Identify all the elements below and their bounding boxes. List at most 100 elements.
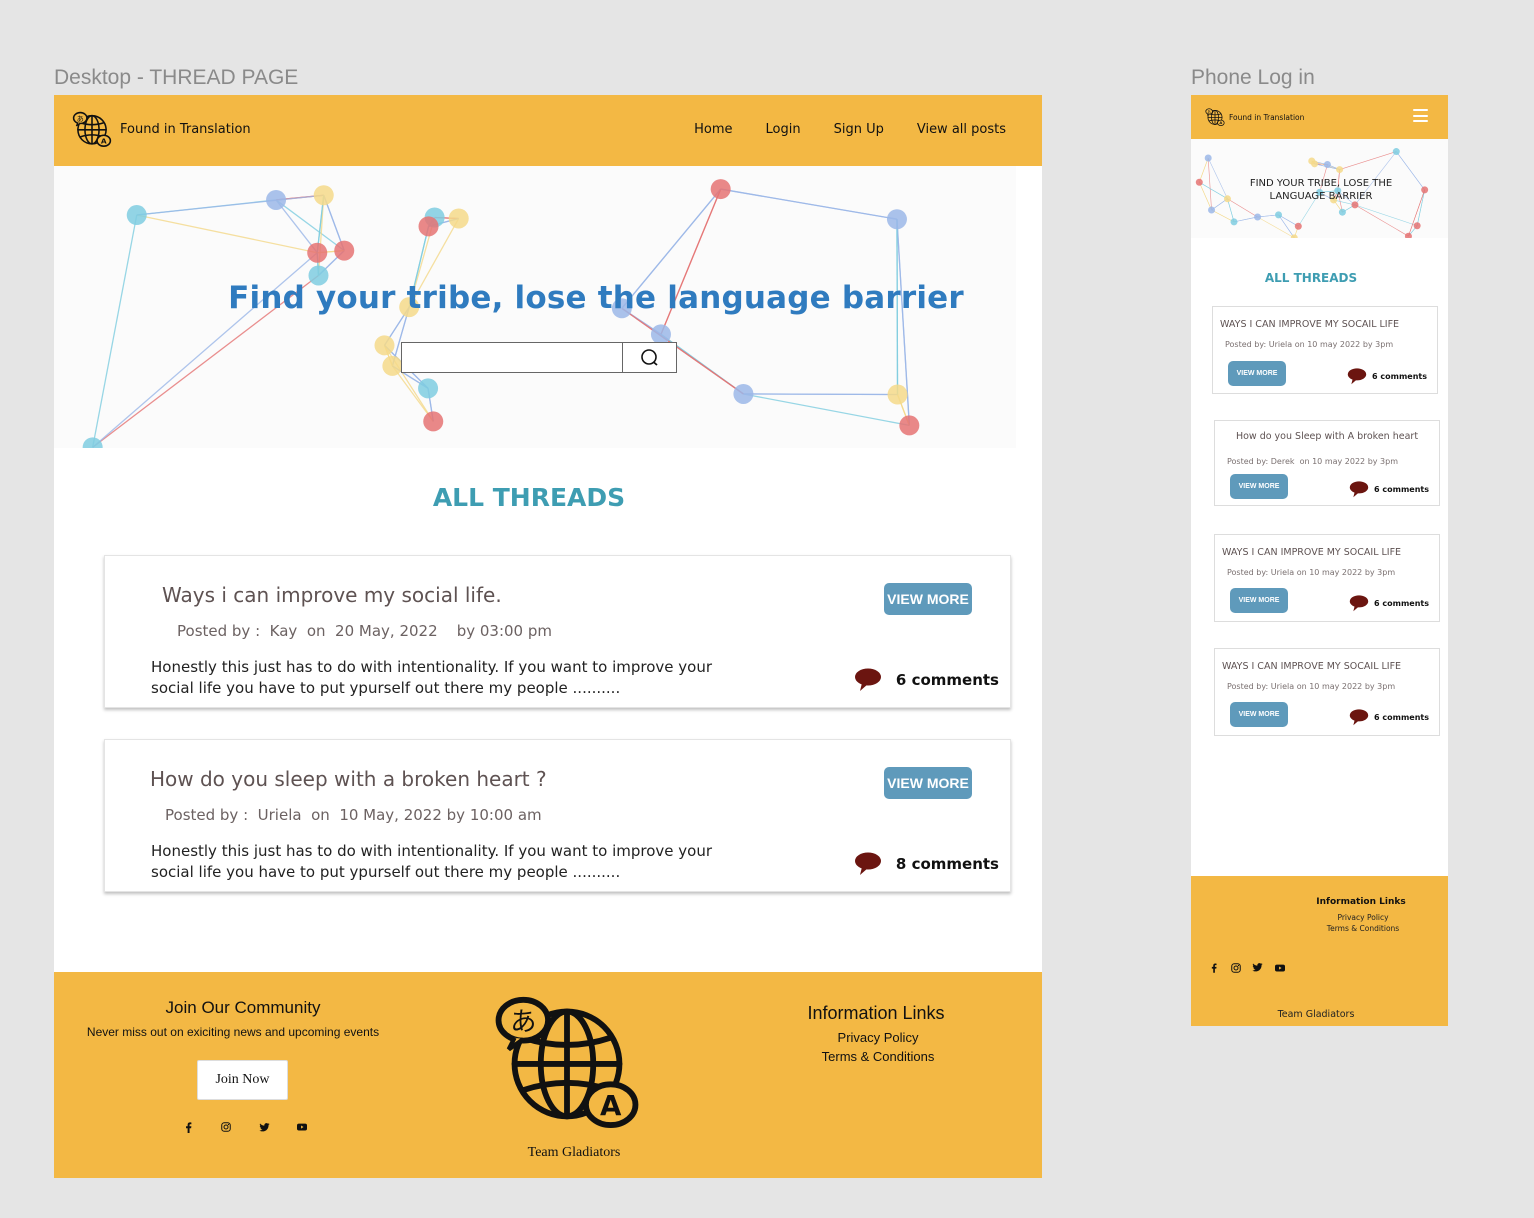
desktop-thread-page: Found in Translation Home Login Sign Up … [54, 95, 1042, 1178]
view-more-button[interactable]: VIEW MORE [1230, 702, 1288, 727]
comments-link[interactable]: 6 comments [1349, 595, 1429, 612]
nav-link-login[interactable]: Login [766, 122, 801, 137]
view-more-button[interactable]: VIEW MORE [1230, 588, 1288, 613]
globe-translate-logo-icon[interactable] [1205, 108, 1225, 126]
thread-meta: Posted by: Derek on 10 may 2022 by 3pm [1227, 457, 1399, 466]
comment-count: 6 comments [1374, 713, 1429, 722]
phone-navbar: Found in Translation [1191, 95, 1448, 139]
comment-bubble-icon [1349, 709, 1369, 726]
phone-login-page: Found in Translation FIND YOUR TRIBE, LO… [1191, 95, 1448, 1026]
nav-links: Home Login Sign Up View all posts [694, 122, 1006, 137]
phone-footer: Information Links Privacy Policy Terms &… [1191, 876, 1448, 1026]
network-node [1338, 208, 1346, 216]
join-community-heading: Join Our Community [165, 998, 321, 1017]
terms-conditions-link[interactable]: Terms & Conditions [1291, 924, 1435, 933]
network-line [1339, 151, 1397, 170]
thread-excerpt: Honestly this just has to do with intent… [151, 842, 713, 881]
youtube-icon [297, 1123, 307, 1131]
youtube-link[interactable] [1274, 962, 1285, 973]
information-links-heading: Information Links [807, 1003, 945, 1023]
comments-link[interactable]: 8 comments [854, 852, 999, 876]
thread-card: How do you sleep with a broken heart ? P… [104, 739, 1011, 892]
search-input[interactable] [402, 343, 622, 372]
network-node [1290, 234, 1298, 238]
team-name: Team Gladiators [1277, 1009, 1355, 1020]
view-more-button[interactable]: VIEW MORE [1230, 474, 1288, 499]
network-node [313, 185, 334, 206]
youtube-icon [1275, 964, 1285, 972]
network-node [1421, 186, 1429, 194]
instagram-link[interactable] [1230, 962, 1241, 973]
thread-title[interactable]: WAYS I CAN IMPROVE MY SOCAIL LIFE [1220, 319, 1433, 330]
network-node [1208, 206, 1216, 214]
network-node [886, 209, 907, 230]
twitter-icon [1252, 963, 1263, 972]
youtube-link[interactable] [295, 1120, 309, 1134]
network-node [307, 242, 328, 263]
hamburger-menu-button[interactable] [1413, 109, 1428, 122]
nav-link-view-all-posts[interactable]: View all posts [917, 122, 1006, 137]
instagram-link[interactable] [219, 1120, 233, 1134]
network-line [720, 188, 898, 220]
globe-translate-logo-icon[interactable] [72, 111, 112, 147]
comment-bubble-icon [1347, 368, 1367, 385]
hero-title: FIND YOUR TRIBE, LOSE THE LANGUAGE BARRI… [1249, 178, 1393, 202]
comment-count: 6 comments [1374, 599, 1429, 608]
all-threads-heading: ALL THREADS [432, 483, 626, 512]
facebook-link[interactable] [181, 1120, 195, 1134]
network-node [1204, 154, 1212, 162]
nav-link-sign-up[interactable]: Sign Up [834, 122, 884, 137]
search-button[interactable] [622, 343, 676, 372]
thread-card: WAYS I CAN IMPROVE MY SOCAIL LIFE Posted… [1212, 306, 1438, 394]
navbar: Found in Translation Home Login Sign Up … [54, 95, 1042, 166]
phone-hero-banner: FIND YOUR TRIBE, LOSE THE LANGUAGE BARRI… [1191, 139, 1448, 238]
comment-bubble-icon [854, 852, 882, 876]
network-line [1199, 182, 1212, 211]
comments-link[interactable]: 6 comments [1349, 481, 1429, 498]
twitter-icon [259, 1123, 270, 1132]
privacy-policy-link[interactable]: Privacy Policy [778, 1030, 978, 1045]
network-line [1257, 216, 1295, 238]
privacy-policy-link[interactable]: Privacy Policy [1291, 913, 1435, 922]
view-more-button[interactable]: VIEW MORE [884, 583, 972, 615]
nav-link-home[interactable]: Home [694, 122, 732, 137]
comments-link[interactable]: 6 comments [1349, 709, 1429, 726]
desktop-frame-label: Desktop - THREAD PAGE [54, 66, 299, 89]
comment-count: 6 comments [1374, 485, 1429, 494]
twitter-link[interactable] [257, 1120, 271, 1134]
network-node [1223, 195, 1231, 203]
search-icon [640, 348, 658, 366]
network-line [92, 214, 138, 448]
terms-conditions-link[interactable]: Terms & Conditions [778, 1049, 978, 1064]
network-node [1195, 178, 1203, 186]
network-node [374, 335, 395, 356]
comment-count: 6 comments [1372, 372, 1427, 381]
thread-title[interactable]: Ways i can improve my social life. [162, 583, 502, 607]
thread-meta: Posted by: Uriela on 10 may 2022 by 3pm [1227, 682, 1396, 691]
thread-meta: Posted by: Uriela on 10 may 2022 by 3pm [1225, 340, 1394, 349]
network-node [1413, 222, 1421, 230]
twitter-link[interactable] [1252, 962, 1263, 973]
view-more-button[interactable]: VIEW MORE [884, 767, 972, 799]
network-node [887, 384, 908, 405]
facebook-link[interactable] [1208, 962, 1219, 973]
brand-name[interactable]: Found in Translation [120, 122, 251, 137]
thread-title[interactable]: WAYS I CAN IMPROVE MY SOCAIL LIFE [1222, 661, 1435, 672]
comment-bubble-icon [854, 668, 882, 692]
globe-translate-logo-icon [494, 994, 640, 1128]
comments-link[interactable]: 6 comments [1347, 368, 1427, 385]
network-node [1275, 211, 1283, 219]
facebook-icon [185, 1122, 192, 1133]
network-node [1230, 218, 1238, 226]
brand-name[interactable]: Found in Translation [1229, 113, 1304, 122]
network-node [423, 411, 444, 432]
thread-card: WAYS I CAN IMPROVE MY SOCAIL LIFE Posted… [1214, 648, 1440, 736]
thread-title[interactable]: How do you sleep with a broken heart ? [150, 767, 547, 791]
network-node [710, 179, 731, 200]
search-bar [401, 342, 677, 373]
thread-title[interactable]: WAYS I CAN IMPROVE MY SOCAIL LIFE [1222, 547, 1435, 558]
join-now-button[interactable]: Join Now [197, 1060, 288, 1100]
view-more-button[interactable]: VIEW MORE [1228, 361, 1286, 386]
comments-link[interactable]: 6 comments [854, 668, 999, 692]
thread-title[interactable]: How do you Sleep with A broken heart [1229, 430, 1425, 443]
